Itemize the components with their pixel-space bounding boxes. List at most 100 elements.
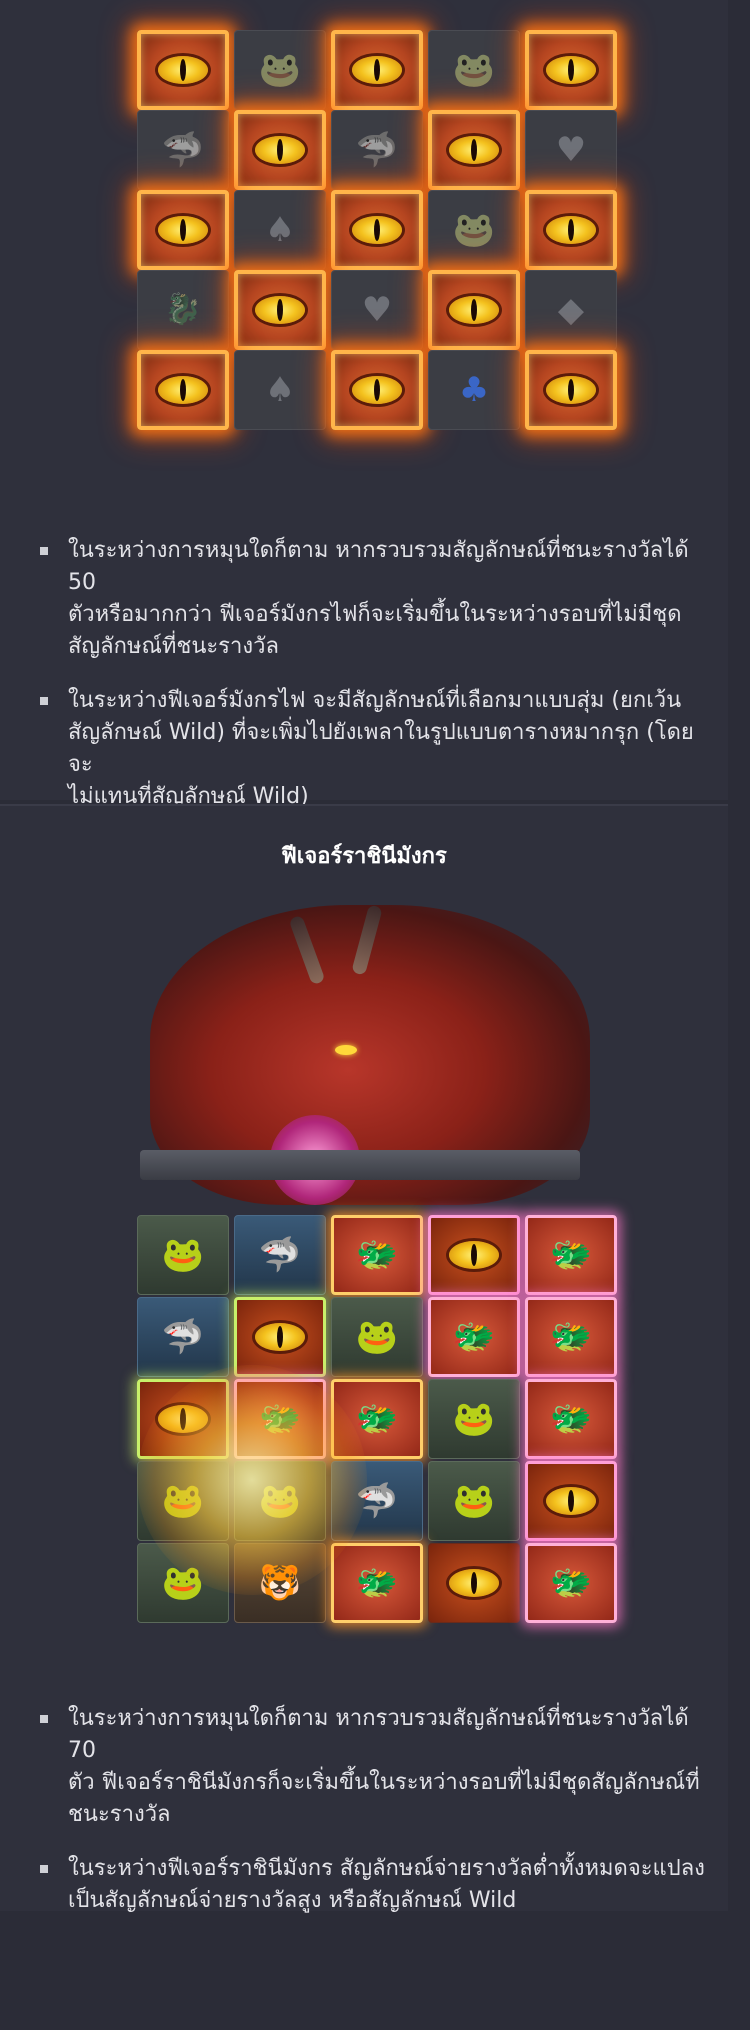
frog-symbol: 🐸 <box>137 1215 229 1295</box>
eye-icon <box>546 56 596 84</box>
shark-icon: 🦈 <box>161 1317 205 1357</box>
spade-icon: ♠ <box>264 370 296 410</box>
dragon-icon: 🐲 <box>258 1399 302 1439</box>
dragon-eye-wild-symbol <box>331 30 423 110</box>
dragon-eye-wild-symbol <box>234 1297 326 1377</box>
dragon-eye-wild-symbol <box>525 190 617 270</box>
eye-icon <box>255 296 305 324</box>
pupil-icon <box>471 299 477 321</box>
dragon-eye-wild-symbol <box>137 1379 229 1459</box>
dragon-symbol: 🐲 <box>428 1297 520 1377</box>
frog-icon: 🐸 <box>258 50 302 90</box>
rule-text: ในระหว่างฟีเจอร์มังกรไฟ จะมีสัญลักษณ์ที่… <box>68 688 694 809</box>
fire-dragon-section: 🐸 🐸 🦈 🦈 ♥ ♠ 🐸 🐉 ♥ ◆ ♠ ♣ ในระหว่างการหมุนใดก็ตาม หาก… <box>0 0 728 809</box>
pupil-icon <box>180 219 186 241</box>
dragon-eye-wild-symbol <box>234 110 326 190</box>
dragon-queen-rules-list: ในระหว่างการหมุนใดก็ตาม หากรวบรวมสัญลักษ… <box>40 1703 710 1939</box>
dragon-icon: 🐲 <box>549 1399 593 1439</box>
pupil-icon <box>374 59 380 81</box>
frog-icon: 🐸 <box>355 1317 399 1357</box>
dragon-eye-wild-symbol <box>234 270 326 350</box>
shark-icon: 🦈 <box>355 1481 399 1521</box>
pupil-icon <box>277 1326 283 1348</box>
eye-icon <box>449 1241 499 1269</box>
eye-icon <box>546 216 596 244</box>
pupil-icon <box>568 59 574 81</box>
rule-text: ในระหว่างฟีเจอร์ราชินีมังกร สัญลักษณ์จ่า… <box>68 1856 705 1913</box>
pupil-icon <box>374 219 380 241</box>
diamond-icon: ◆ <box>557 290 585 330</box>
dragon-eye-wild-symbol <box>428 110 520 190</box>
shark-icon: 🦈 <box>355 130 399 170</box>
rule-text: ในระหว่างการหมุนใดก็ตาม หากรวบรวมสัญลักษ… <box>68 1706 700 1827</box>
dragon-eye-wild-symbol <box>428 1215 520 1295</box>
dragon-eye-wild-symbol <box>137 350 229 430</box>
fire-dragon-reel-grid: 🐸 🐸 🦈 🦈 ♥ ♠ 🐸 🐉 ♥ ◆ ♠ ♣ <box>137 30 622 455</box>
dragon-symbol: 🐲 <box>525 1543 617 1623</box>
eye-icon <box>158 216 208 244</box>
spade-symbol: ♠ <box>234 350 326 430</box>
dragon-icon: 🐲 <box>355 1399 399 1439</box>
rule-item: ในระหว่างการหมุนใดก็ตาม หากรวบรวมสัญลักษ… <box>40 1703 710 1831</box>
bullet-icon <box>40 1715 48 1723</box>
heart-icon: ♥ <box>555 130 587 170</box>
bullet-icon <box>40 547 48 555</box>
frog-symbol: 🐸 <box>137 1461 229 1541</box>
bullet-icon <box>40 697 48 705</box>
dragon-icon: 🐲 <box>355 1563 399 1603</box>
bullet-icon <box>40 1865 48 1873</box>
rule-item: ในระหว่างการหมุนใดก็ตาม หากรวบรวมสัญลักษ… <box>40 535 710 663</box>
pupil-icon <box>568 379 574 401</box>
dragon-head-symbol: 🐉 <box>137 270 229 350</box>
dragon-queen-reel-grid: 🐸 🦈 🐲 🐲 🦈 🐸 🐲 🐲 🐲 🐲 🐸 🐲 🐸 🐸 🦈 🐸 🐸 🐯 🐲 🐲 <box>137 1215 617 1635</box>
pupil-icon <box>471 1572 477 1594</box>
eye-icon <box>449 136 499 164</box>
eye-icon <box>158 56 208 84</box>
shark-symbol: 🦈 <box>137 1297 229 1377</box>
spade-symbol: ♠ <box>234 190 326 270</box>
pupil-icon <box>277 299 283 321</box>
shark-symbol: 🦈 <box>234 1215 326 1295</box>
club-icon: ♣ <box>458 370 490 410</box>
dragon-eye-wild-symbol <box>137 190 229 270</box>
eye-icon <box>546 376 596 404</box>
eye-icon <box>255 136 305 164</box>
pupil-icon <box>180 59 186 81</box>
frog-symbol: 🐸 <box>428 1461 520 1541</box>
heart-icon: ♥ <box>361 290 393 330</box>
shark-symbol: 🦈 <box>331 1461 423 1541</box>
frog-symbol: 🐸 <box>428 190 520 270</box>
dragon-symbol: 🐲 <box>525 1297 617 1377</box>
eye-icon <box>449 1569 499 1597</box>
dragon-symbol: 🐲 <box>525 1379 617 1459</box>
dragon-eye-wild-symbol <box>428 1543 520 1623</box>
pupil-icon <box>568 1490 574 1512</box>
heart-symbol: ♥ <box>525 110 617 190</box>
frog-icon: 🐸 <box>452 210 496 250</box>
dragon-eye-wild-symbol <box>137 30 229 110</box>
rule-item: ในระหว่างฟีเจอร์ราชินีมังกร สัญลักษณ์จ่า… <box>40 1853 710 1917</box>
dragon-icon: 🐲 <box>549 1317 593 1357</box>
dragon-icon: 🐲 <box>452 1317 496 1357</box>
dragon-symbol: 🐲 <box>331 1379 423 1459</box>
dragon-eye-icon <box>335 1045 357 1055</box>
frog-symbol: 🐸 <box>234 30 326 110</box>
frog-symbol: 🐸 <box>234 1461 326 1541</box>
dragon-symbol: 🐲 <box>234 1379 326 1459</box>
frog-icon: 🐸 <box>452 1481 496 1521</box>
spade-icon: ♠ <box>264 210 296 250</box>
frog-symbol: 🐸 <box>137 1543 229 1623</box>
shark-symbol: 🦈 <box>331 110 423 190</box>
eye-icon <box>352 56 402 84</box>
tiger-icon: 🐯 <box>258 1563 302 1603</box>
dragon-eye-wild-symbol <box>525 350 617 430</box>
eye-icon <box>352 376 402 404</box>
frog-icon: 🐸 <box>452 1399 496 1439</box>
eye-icon <box>546 1487 596 1515</box>
heart-symbol: ♥ <box>331 270 423 350</box>
pupil-icon <box>180 379 186 401</box>
dragon-eye-wild-symbol <box>331 190 423 270</box>
frog-icon: 🐸 <box>161 1563 205 1603</box>
frog-icon: 🐸 <box>161 1235 205 1275</box>
dragon-symbol: 🐲 <box>525 1215 617 1295</box>
